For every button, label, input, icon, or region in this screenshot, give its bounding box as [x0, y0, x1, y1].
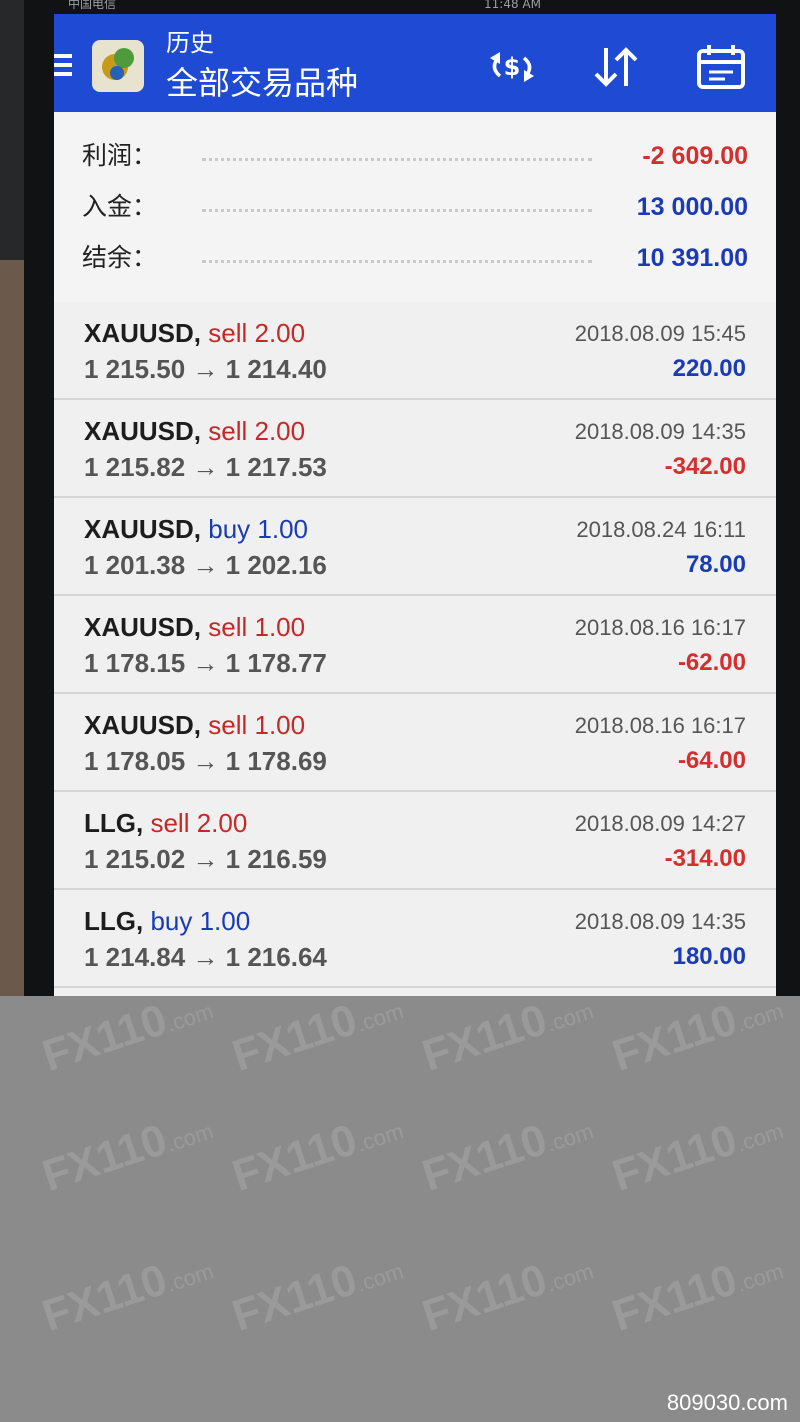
trade-row[interactable]: XAUUSD, sell 2.00 1 215.50 → 1 214.40 20…: [54, 302, 776, 400]
trade-side: buy 1.00: [150, 906, 251, 936]
trade-symbol: XAUUSD,: [84, 514, 202, 544]
trade-profit: -342.00: [664, 453, 746, 480]
trade-side: buy 1.00: [208, 514, 308, 544]
trade-datetime: 2018.08.09 14:35: [574, 419, 746, 444]
trade-symbol: XAUUSD,: [84, 318, 202, 348]
trade-side: sell 2.00: [150, 808, 248, 838]
trade-side: sell 1.00: [208, 612, 306, 642]
trade-side: sell 1.00: [208, 710, 306, 740]
watermark: FX110.com: [606, 1254, 787, 1341]
photo-area: 中国电信 11:48 AM 历史 全部交易品种 $ 利润： -2 609.00 …: [0, 0, 800, 996]
trade-datetime: 2018.08.16 16:17: [574, 713, 746, 738]
trade-prices: 1 215.50 → 1 214.40: [84, 354, 327, 384]
watermark: FX110.com: [606, 1114, 787, 1201]
trade-prices: 1 178.15 → 1 178.77: [84, 648, 327, 678]
trade-symbol: LLG,: [84, 906, 144, 936]
deposit-withdraw-icon[interactable]: $: [484, 42, 540, 92]
app-bar: 历史 全部交易品种 $: [54, 14, 776, 112]
svg-text:$: $: [504, 53, 521, 81]
watermark: FX110.com: [606, 994, 787, 1081]
watermark: FX110.com: [226, 1114, 407, 1201]
watermark: FX110.com: [416, 1254, 597, 1341]
deposit-row: 入金： 13 000.00: [82, 187, 748, 227]
watermark: FX110.com: [416, 1114, 597, 1201]
page-title[interactable]: 全部交易品种: [166, 64, 358, 102]
trade-profit: -64.00: [677, 747, 746, 774]
trade-datetime: 2018.08.09 14:35: [574, 909, 746, 934]
finger: [0, 260, 24, 996]
status-bar: 中国电信 11:48 AM: [54, 0, 776, 14]
trade-profit: 220.00: [672, 355, 746, 382]
trade-row[interactable]: LLG, buy 1.00 1 214.84 → 1 216.64 2018.0…: [54, 890, 776, 988]
trade-row[interactable]: XAUUSD, sell 2.00 1 215.82 → 1 217.53 20…: [54, 400, 776, 498]
trade-row[interactable]: XAUUSD, sell 1.00 1 178.05 → 1 178.69 20…: [54, 694, 776, 792]
balance-row: 结余： 10 391.00: [82, 238, 748, 278]
deposit-label: 入金：: [82, 192, 158, 221]
deposit-value: 13 000.00: [636, 193, 748, 221]
app-screen: 历史 全部交易品种 $ 利润： -2 609.00 入金： 13 000.00 …: [54, 14, 776, 996]
trade-profit: -314.00: [664, 845, 746, 872]
trade-prices: 1 215.82 → 1 217.53: [84, 452, 327, 482]
summary-panel: 利润： -2 609.00 入金： 13 000.00 结余： 10 391.0…: [54, 112, 776, 304]
trade-prices: 1 178.05 → 1 178.69: [84, 746, 327, 776]
watermark: FX110.com: [36, 1114, 217, 1201]
trade-row[interactable]: LLG, sell 2.00 1 215.02 → 1 216.59 2018.…: [54, 792, 776, 890]
trade-symbol: XAUUSD,: [84, 416, 202, 446]
trade-side: sell 2.00: [208, 318, 306, 348]
watermark: FX110.com: [416, 994, 597, 1081]
trade-prices: 1 201.38 → 1 202.16: [84, 550, 327, 580]
menu-icon[interactable]: [54, 54, 74, 80]
trade-side: sell 2.00: [208, 416, 306, 446]
calendar-icon[interactable]: [692, 42, 748, 92]
trade-symbol: LLG,: [84, 808, 144, 838]
trade-row[interactable]: XAUUSD, buy 1.00 1 201.38 → 1 202.16 201…: [54, 498, 776, 596]
dotted-leader: [202, 209, 592, 212]
carrier-label: 中国电信: [68, 0, 117, 11]
empty-lower-area: FX110.com FX110.com FX110.com FX110.com …: [0, 995, 800, 1422]
trade-datetime: 2018.08.16 16:17: [574, 615, 746, 640]
trade-history-list: XAUUSD, sell 2.00 1 215.50 → 1 214.40 20…: [54, 302, 776, 988]
profit-row: 利润： -2 609.00: [82, 136, 748, 176]
clock: 11:48 AM: [484, 0, 541, 11]
app-logo: [92, 40, 144, 92]
profit-label: 利润：: [82, 141, 158, 170]
balance-value: 10 391.00: [636, 244, 748, 272]
trade-prices: 1 215.02 → 1 216.59: [84, 844, 327, 874]
trade-profit: 180.00: [672, 943, 746, 970]
trade-profit: -62.00: [677, 649, 746, 676]
dotted-leader: [202, 158, 592, 161]
watermark: FX110.com: [36, 1254, 217, 1341]
profit-value: -2 609.00: [642, 142, 748, 170]
trade-symbol: XAUUSD,: [84, 710, 202, 740]
dotted-leader: [202, 260, 592, 263]
balance-label: 结余：: [82, 243, 158, 272]
watermark: FX110.com: [36, 994, 217, 1081]
watermark: FX110.com: [226, 1254, 407, 1341]
trade-profit: 78.00: [685, 551, 746, 578]
sort-icon[interactable]: [588, 42, 644, 92]
trade-prices: 1 214.84 → 1 216.64: [84, 942, 327, 972]
trade-symbol: XAUUSD,: [84, 612, 202, 642]
watermark: FX110.com: [226, 994, 407, 1081]
corner-watermark: 809030.com: [666, 1390, 788, 1415]
trade-datetime: 2018.08.09 15:45: [574, 321, 746, 346]
trade-row[interactable]: XAUUSD, sell 1.00 1 178.15 → 1 178.77 20…: [54, 596, 776, 694]
trade-datetime: 2018.08.09 14:27: [574, 811, 746, 836]
trade-datetime: 2018.08.24 16:11: [576, 517, 746, 542]
page-subtitle: 历史: [166, 29, 214, 57]
